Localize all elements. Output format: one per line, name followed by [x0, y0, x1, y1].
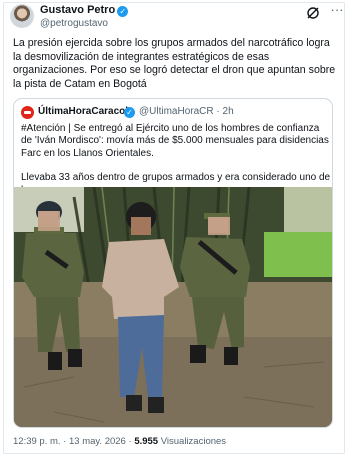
- quoted-post-photo[interactable]: [14, 187, 333, 428]
- verified-check-icon: ✓: [124, 107, 135, 118]
- author-name[interactable]: Gustavo Petro ✓: [40, 4, 129, 17]
- grok-icon[interactable]: [306, 6, 320, 20]
- post-footer: 12:39 p. m. · 13 may. 2026 · 5.955 Visua…: [13, 436, 226, 447]
- quoted-author-meta: @UltimaHoraCR · 2h: [139, 106, 234, 117]
- post-text: La presión ejercida sobre los grupos arm…: [13, 37, 336, 90]
- more-options-icon[interactable]: ···: [329, 3, 345, 19]
- author-name-text[interactable]: Gustavo Petro: [40, 4, 115, 16]
- meta-separator: ·: [216, 106, 220, 117]
- footer-separator: ·: [63, 436, 67, 447]
- quoted-author-handle[interactable]: @UltimaHoraCR: [139, 106, 214, 117]
- quoted-text-paragraph-1: #Atención | Se entregó al Ejército uno d…: [21, 123, 329, 159]
- quoted-author-name[interactable]: ÚltimaHoraCaracol: [38, 106, 128, 117]
- post-time[interactable]: 12:39 p. m.: [13, 436, 61, 447]
- post-date[interactable]: 13 may. 2026: [69, 436, 126, 447]
- quoted-post-age[interactable]: 2h: [223, 106, 234, 117]
- views-label: Visualizaciones: [160, 436, 227, 447]
- ultimahoracaracol-logo: [21, 106, 34, 119]
- post-header: Gustavo Petro ✓ @petrogustavo ···: [10, 3, 344, 31]
- views-count: 5.955: [134, 436, 159, 447]
- footer-separator: ·: [128, 436, 132, 447]
- verified-check-icon: ✓: [117, 6, 129, 17]
- author-handle[interactable]: @petrogustavo: [40, 18, 108, 29]
- quoted-post-header: ÚltimaHoraCaracol ✓ @UltimaHoraCR · 2h: [21, 106, 321, 120]
- author-avatar[interactable]: [10, 4, 34, 28]
- quoted-post[interactable]: ÚltimaHoraCaracol ✓ @UltimaHoraCR · 2h #…: [13, 98, 333, 428]
